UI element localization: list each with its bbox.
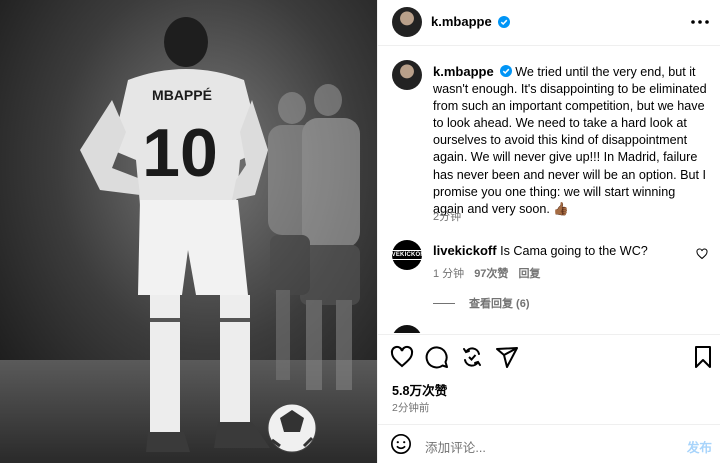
post-photo[interactable]: MBAPPÉ 10 bbox=[0, 0, 377, 463]
post-comment-button[interactable]: 发布 bbox=[687, 437, 712, 456]
caption-time[interactable]: 2分钟 bbox=[433, 208, 461, 224]
verified-badge-icon bbox=[499, 65, 512, 77]
comment-likes[interactable]: 97次赞 bbox=[474, 265, 508, 281]
view-replies-label: 查看回复 (6) bbox=[469, 298, 530, 310]
comment-reply-button[interactable]: 回复 bbox=[518, 265, 540, 281]
jersey-name: MBAPPÉ bbox=[152, 87, 212, 103]
author-avatar[interactable] bbox=[392, 7, 422, 37]
commenter-avatar-text: LIVEKICKOFF bbox=[385, 250, 429, 260]
comment-meta: 1 分钟 97次赞 回复 bbox=[433, 265, 540, 281]
add-comment-bar: 添加评论... 发布 bbox=[378, 424, 720, 463]
next-comment-avatar bbox=[392, 325, 422, 333]
jersey-number: 10 bbox=[142, 115, 218, 191]
like-heart-icon[interactable] bbox=[390, 345, 414, 369]
author-username[interactable]: k.mbappe bbox=[431, 14, 492, 29]
post-actions: 5.8万次赞 2分钟前 bbox=[378, 334, 720, 414]
instagram-post-dialog: MBAPPÉ 10 k.mbappe k.mbappe We tried unt… bbox=[0, 0, 720, 463]
post-header: k.mbappe bbox=[378, 0, 720, 46]
comment-body: livekickoff Is Cama going to the WC? bbox=[433, 243, 648, 258]
comment-text: Is Cama going to the WC? bbox=[500, 244, 648, 258]
commenter-username[interactable]: livekickoff bbox=[433, 243, 497, 258]
commenter-avatar[interactable]: LIVEKICKOFF bbox=[385, 240, 429, 270]
emoji-picker-icon[interactable] bbox=[390, 433, 412, 455]
verified-badge-icon bbox=[495, 14, 510, 32]
repost-icon[interactable] bbox=[460, 345, 484, 369]
photo-illustration: MBAPPÉ 10 bbox=[0, 0, 377, 463]
caption-username[interactable]: k.mbappe bbox=[433, 64, 494, 79]
post-timestamp[interactable]: 2分钟前 bbox=[392, 400, 429, 415]
like-count[interactable]: 5.8万次赞 bbox=[392, 380, 447, 399]
add-comment-input[interactable]: 添加评论... bbox=[425, 437, 486, 456]
comment-time[interactable]: 1 分钟 bbox=[433, 265, 464, 281]
view-replies-button[interactable]: 查看回复 (6) bbox=[433, 295, 530, 311]
comment-like-icon[interactable] bbox=[696, 248, 708, 260]
caption-body: k.mbappe We tried until the very end, bu… bbox=[433, 63, 709, 218]
replies-divider bbox=[433, 302, 455, 304]
comment-bubble-icon[interactable] bbox=[425, 345, 449, 369]
post-side-panel: k.mbappe k.mbappe We tried until the ver… bbox=[377, 0, 720, 463]
save-bookmark-icon[interactable] bbox=[691, 345, 715, 369]
caption-text: We tried until the very end, but it wasn… bbox=[433, 65, 707, 216]
share-send-icon[interactable] bbox=[495, 345, 519, 369]
more-options-icon[interactable] bbox=[689, 13, 711, 31]
caption-avatar[interactable] bbox=[392, 60, 422, 90]
